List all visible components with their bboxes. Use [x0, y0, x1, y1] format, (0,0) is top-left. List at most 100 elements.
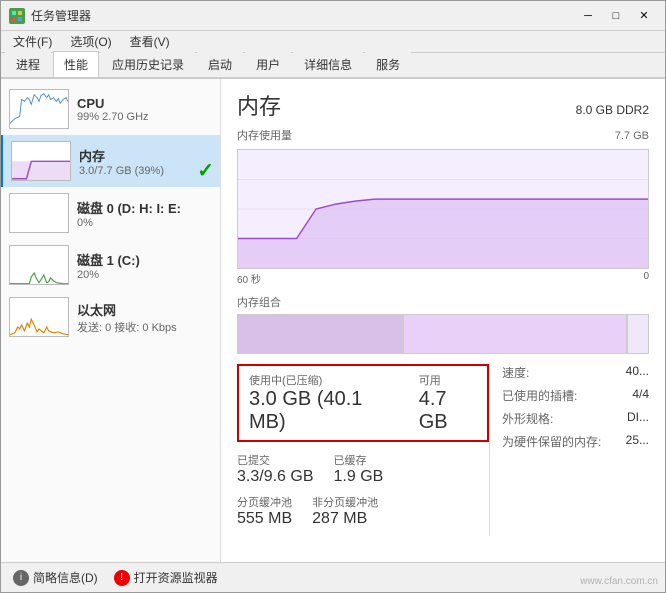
- disk1-info: 磁盘 1 (C:) 20%: [77, 250, 140, 281]
- in-use-value: 3.0 GB (40.1 MB): [249, 388, 395, 434]
- main-content: CPU 99% 2.70 GHz 内存 3.0/7.7 GB (39%) ✓: [1, 79, 665, 562]
- time-label-right: 0: [643, 271, 649, 286]
- title-bar: 任务管理器 ─ □ ✕: [1, 1, 665, 31]
- reserved-label: 为硬件保留的内存:: [502, 433, 601, 450]
- committed-stat: 已提交 3.3/9.6 GB: [237, 452, 314, 486]
- chart-label: 内存使用量: [237, 127, 292, 143]
- tab-bar: 进程 性能 应用历史记录 启动 用户 详细信息 服务: [1, 53, 665, 79]
- disk0-info: 磁盘 0 (D: H: I: E: 0%: [77, 198, 181, 229]
- memory-usage-chart: [237, 149, 649, 269]
- menu-options[interactable]: 选项(O): [62, 31, 119, 52]
- composition-available: [404, 315, 626, 353]
- cached-stat: 已缓存 1.9 GB: [334, 452, 384, 486]
- tab-details[interactable]: 详细信息: [293, 51, 363, 77]
- right-stat-reserved: 为硬件保留的内存: 25...: [502, 433, 649, 450]
- nonpaged-pool-value: 287 MB: [312, 510, 378, 528]
- tab-process[interactable]: 进程: [5, 51, 51, 77]
- resource-monitor-button[interactable]: ! 打开资源监视器: [114, 569, 218, 586]
- disk1-label: 磁盘 1 (C:): [77, 250, 140, 269]
- watermark: www.cfan.com.cn: [580, 576, 658, 587]
- cpu-graph: [9, 89, 69, 129]
- summary-label: 简略信息(D): [33, 569, 98, 586]
- composition-used: [238, 315, 402, 353]
- close-button[interactable]: ✕: [631, 6, 657, 26]
- tab-users[interactable]: 用户: [245, 51, 291, 77]
- detail-spec: 8.0 GB DDR2: [576, 103, 649, 117]
- disk0-sublabel: 0%: [77, 217, 181, 229]
- stats-right: 速度: 40... 已使用的插槽: 4/4 外形规格: DI... 为硬件保留的…: [489, 364, 649, 536]
- memory-info: 内存 3.0/7.7 GB (39%): [79, 146, 164, 177]
- stat-row-committed: 已提交 3.3/9.6 GB 已缓存 1.9 GB: [237, 452, 489, 486]
- nonpaged-pool-label: 非分页缓冲池: [312, 494, 378, 510]
- composition-reserved: [628, 315, 649, 353]
- menu-bar: 文件(F) 选项(O) 查看(V): [1, 31, 665, 53]
- alert-icon: !: [114, 570, 130, 586]
- highlight-box: 使用中(已压缩) 3.0 GB (40.1 MB) 可用 4.7 GB: [237, 364, 489, 442]
- memory-sublabel: 3.0/7.7 GB (39%): [79, 165, 164, 177]
- composition-label: 内存组合: [237, 294, 649, 310]
- cached-value: 1.9 GB: [334, 468, 384, 486]
- speed-label: 速度:: [502, 364, 529, 381]
- ethernet-sublabel: 发送: 0 接收: 0 Kbps: [77, 319, 177, 335]
- cpu-info: CPU 99% 2.70 GHz: [77, 96, 149, 123]
- disk1-sublabel: 20%: [77, 269, 140, 281]
- chart-time-labels: 60 秒 0: [237, 271, 649, 286]
- nonpaged-pool-stat: 非分页缓冲池 287 MB: [312, 494, 378, 528]
- right-stat-slots: 已使用的插槽: 4/4: [502, 387, 649, 404]
- paged-pool-label: 分页缓冲池: [237, 494, 292, 510]
- sidebar: CPU 99% 2.70 GHz 内存 3.0/7.7 GB (39%) ✓: [1, 79, 221, 562]
- summary-button[interactable]: i 简略信息(D): [13, 569, 98, 586]
- app-icon: [9, 8, 25, 24]
- cpu-sublabel: 99% 2.70 GHz: [77, 111, 149, 123]
- stats-left: 使用中(已压缩) 3.0 GB (40.1 MB) 可用 4.7 GB: [237, 364, 489, 536]
- window-title: 任务管理器: [31, 7, 575, 24]
- sidebar-item-ethernet[interactable]: 以太网 发送: 0 接收: 0 Kbps: [1, 291, 220, 343]
- in-use-stat: 使用中(已压缩) 3.0 GB (40.1 MB): [249, 372, 395, 434]
- committed-label: 已提交: [237, 452, 314, 468]
- paged-pool-stat: 分页缓冲池 555 MB: [237, 494, 292, 528]
- disk0-graph: [9, 193, 69, 233]
- tab-services[interactable]: 服务: [365, 51, 411, 77]
- stats-container: 使用中(已压缩) 3.0 GB (40.1 MB) 可用 4.7 GB: [237, 364, 649, 536]
- form-label: 外形规格:: [502, 410, 553, 427]
- in-use-label: 使用中(已压缩): [249, 372, 395, 388]
- sidebar-item-disk0[interactable]: 磁盘 0 (D: H: I: E: 0%: [1, 187, 220, 239]
- cpu-label: CPU: [77, 96, 149, 111]
- detail-header: 内存 8.0 GB DDR2: [237, 89, 649, 121]
- detail-panel: 内存 8.0 GB DDR2 内存使用量 7.7 GB: [221, 79, 665, 562]
- speed-value: 40...: [626, 364, 649, 381]
- available-label: 可用: [419, 372, 477, 388]
- memory-graph: [11, 141, 71, 181]
- memory-label: 内存: [79, 146, 164, 165]
- network-graph: [9, 297, 69, 337]
- tab-startup[interactable]: 启动: [197, 51, 243, 77]
- available-value: 4.7 GB: [419, 388, 477, 434]
- paged-pool-value: 555 MB: [237, 510, 292, 528]
- detail-title: 内存: [237, 89, 281, 121]
- window-controls: ─ □ ✕: [575, 6, 657, 26]
- disk0-label: 磁盘 0 (D: H: I: E:: [77, 198, 181, 217]
- checkmark-icon: ✓: [197, 158, 214, 183]
- stat-row-pool: 分页缓冲池 555 MB 非分页缓冲池 287 MB: [237, 494, 489, 528]
- sidebar-item-memory[interactable]: 内存 3.0/7.7 GB (39%) ✓: [1, 135, 220, 187]
- time-label-left: 60 秒: [237, 271, 261, 286]
- footer: i 简略信息(D) ! 打开资源监视器: [1, 562, 665, 592]
- sidebar-item-disk1[interactable]: 磁盘 1 (C:) 20%: [1, 239, 220, 291]
- summary-icon: i: [13, 570, 29, 586]
- minimize-button[interactable]: ─: [575, 6, 601, 26]
- committed-value: 3.3/9.6 GB: [237, 468, 314, 486]
- ethernet-label: 以太网: [77, 300, 177, 319]
- reserved-value: 25...: [626, 433, 649, 450]
- menu-view[interactable]: 查看(V): [122, 31, 178, 52]
- sidebar-item-cpu[interactable]: CPU 99% 2.70 GHz: [1, 83, 220, 135]
- maximize-button[interactable]: □: [603, 6, 629, 26]
- right-stat-form: 外形规格: DI...: [502, 410, 649, 427]
- chart-value: 7.7 GB: [615, 130, 649, 142]
- menu-file[interactable]: 文件(F): [5, 31, 60, 52]
- tab-performance[interactable]: 性能: [53, 51, 99, 77]
- slots-value: 4/4: [632, 387, 649, 404]
- slots-label: 已使用的插槽:: [502, 387, 577, 404]
- disk1-graph: [9, 245, 69, 285]
- form-value: DI...: [627, 410, 649, 427]
- tab-app-history[interactable]: 应用历史记录: [101, 51, 195, 77]
